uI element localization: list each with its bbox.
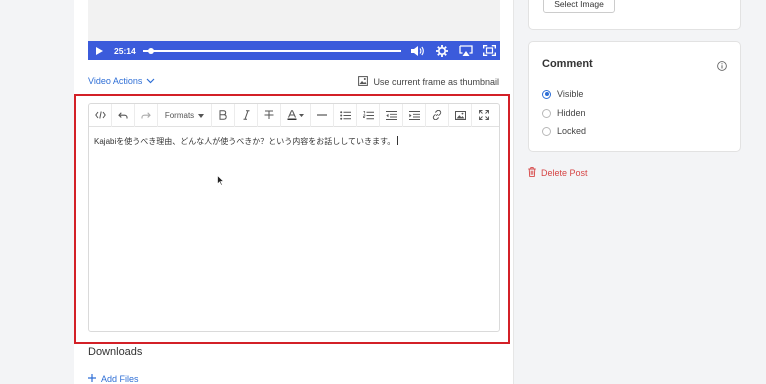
horizontal-rule-icon[interactable] [311, 103, 334, 127]
main-content: 25:14 Video Actions Use current frame as… [74, 0, 514, 384]
comment-option-locked[interactable]: Locked [542, 126, 586, 136]
video-actions-label: Video Actions [88, 76, 143, 86]
downloads-heading: Downloads [88, 346, 143, 358]
option-label: Hidden [557, 108, 586, 118]
text-caret [397, 136, 399, 145]
comment-option-visible[interactable]: Visible [542, 89, 583, 99]
add-files-label: Add Files [101, 374, 139, 384]
select-image-button[interactable]: Select Image [543, 0, 615, 13]
editor-toolbar: Formats [89, 103, 499, 127]
code-view-icon[interactable] [89, 103, 112, 127]
formats-label: Formats [164, 110, 195, 120]
link-icon[interactable] [426, 103, 449, 127]
plus-icon [88, 374, 96, 384]
delete-post-button[interactable]: Delete Post [528, 167, 588, 179]
comment-option-hidden[interactable]: Hidden [542, 108, 586, 118]
video-time: 25:14 [114, 45, 136, 56]
video-player[interactable] [88, 0, 500, 41]
rich-text-editor: Formats Kajabiを使うべき理由、どんな人が使うべきか？という内容をお… [88, 103, 500, 332]
video-scrubber[interactable] [142, 47, 401, 54]
chevron-down-icon [146, 76, 155, 86]
indent-icon[interactable] [403, 103, 426, 127]
video-actions-dropdown[interactable]: Video Actions [88, 76, 155, 86]
strikethrough-icon[interactable] [258, 103, 281, 127]
right-sidebar: Select Image Comment Visible Hidden Lock… [514, 0, 766, 384]
thumbnail-card: Select Image [528, 0, 741, 30]
radio-locked[interactable] [542, 126, 551, 136]
bulleted-list-icon[interactable] [334, 103, 357, 127]
option-label: Locked [557, 126, 587, 136]
video-controls: 25:14 [88, 41, 500, 60]
redo-icon[interactable] [135, 103, 158, 127]
radio-visible[interactable] [542, 89, 551, 99]
italic-icon[interactable] [235, 103, 258, 127]
numbered-list-icon[interactable] [357, 103, 380, 127]
scrubber-knob[interactable] [147, 47, 154, 54]
mouse-pointer-icon [217, 173, 225, 191]
comment-title: Comment [542, 58, 593, 70]
bold-icon[interactable] [212, 103, 235, 127]
trash-icon [528, 167, 536, 179]
delete-post-label: Delete Post [541, 168, 588, 178]
editor-text: Kajabiを使うべき理由、どんな人が使うべきか？という内容をお話ししていきます… [94, 137, 396, 146]
thumbnail-label: Use current frame as thumbnail [373, 77, 499, 87]
settings-gear-icon[interactable] [435, 44, 449, 57]
image-icon[interactable] [449, 103, 472, 127]
add-files-button[interactable]: Add Files [88, 374, 139, 384]
option-label: Visible [557, 89, 584, 99]
caret-down-icon [198, 111, 205, 120]
use-frame-thumbnail-button[interactable]: Use current frame as thumbnail [358, 76, 499, 88]
outdent-icon[interactable] [380, 103, 403, 127]
editor-content-area[interactable]: Kajabiを使うべき理由、どんな人が使うべきか？という内容をお話ししていきます… [89, 127, 499, 156]
expand-fullscreen-icon[interactable] [472, 104, 495, 127]
play-icon[interactable] [96, 46, 103, 55]
airplay-icon[interactable] [459, 45, 473, 57]
radio-hidden[interactable] [542, 108, 551, 118]
formats-dropdown[interactable]: Formats [158, 103, 212, 127]
info-icon[interactable] [717, 58, 727, 76]
volume-icon[interactable] [411, 45, 425, 57]
fullscreen-icon[interactable] [483, 45, 497, 57]
text-color-dropdown[interactable] [281, 103, 311, 127]
undo-icon[interactable] [112, 103, 135, 127]
comment-card: Comment Visible Hidden Locked [528, 41, 741, 152]
image-frame-icon [358, 76, 369, 88]
